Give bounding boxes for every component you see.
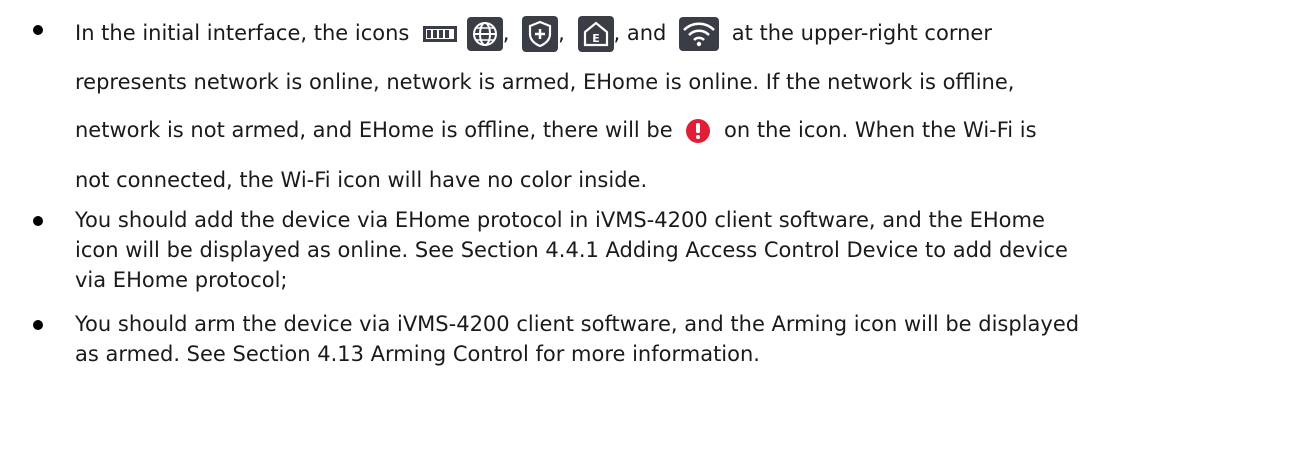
bullet-1-line-2: represents network is online, network is… [75, 70, 1015, 94]
bullet-1-line-3: network is not armed, and EHome is offli… [75, 116, 1037, 144]
bullet-3-line-2: as armed. See Section 4.13 Arming Contro… [75, 342, 760, 366]
bullet-3-marker [33, 320, 43, 330]
bullet-2-line-1: You should add the device via EHome prot… [75, 208, 1045, 232]
bullet-1-text-3a: network is not armed, and EHome is offli… [75, 118, 673, 142]
bullet-1-line-1: In the initial interface, the icons , , [75, 16, 992, 52]
bullet-2-line-3: via EHome protocol; [75, 268, 288, 292]
bullet-3-line-1: You should arm the device via iVMS-4200 … [75, 312, 1080, 336]
alert-icon [685, 118, 711, 144]
bullet-2-marker [33, 216, 43, 226]
home-e-icon: E [577, 16, 614, 52]
bullet-1-text-1b: at the upper-right corner [731, 21, 992, 45]
bullet-1-marker [33, 25, 43, 35]
comma-2: , [558, 21, 565, 45]
wifi-icon [679, 17, 720, 51]
shield-plus-icon [522, 16, 559, 52]
svg-text:E: E [592, 32, 600, 45]
globe-network-icon [466, 17, 503, 51]
battery-icon [422, 20, 458, 48]
bullet-1-line-4: not connected, the Wi-Fi icon will have … [75, 168, 648, 192]
bullet-1-text-3b: on the icon. When the Wi-Fi is [724, 118, 1037, 142]
bullet-1-text-1a: In the initial interface, the icons [75, 21, 410, 45]
comma-1: , [502, 21, 510, 45]
and-text: , and [613, 21, 667, 45]
bullet-2-line-2: icon will be displayed as online. See Se… [75, 238, 1068, 262]
